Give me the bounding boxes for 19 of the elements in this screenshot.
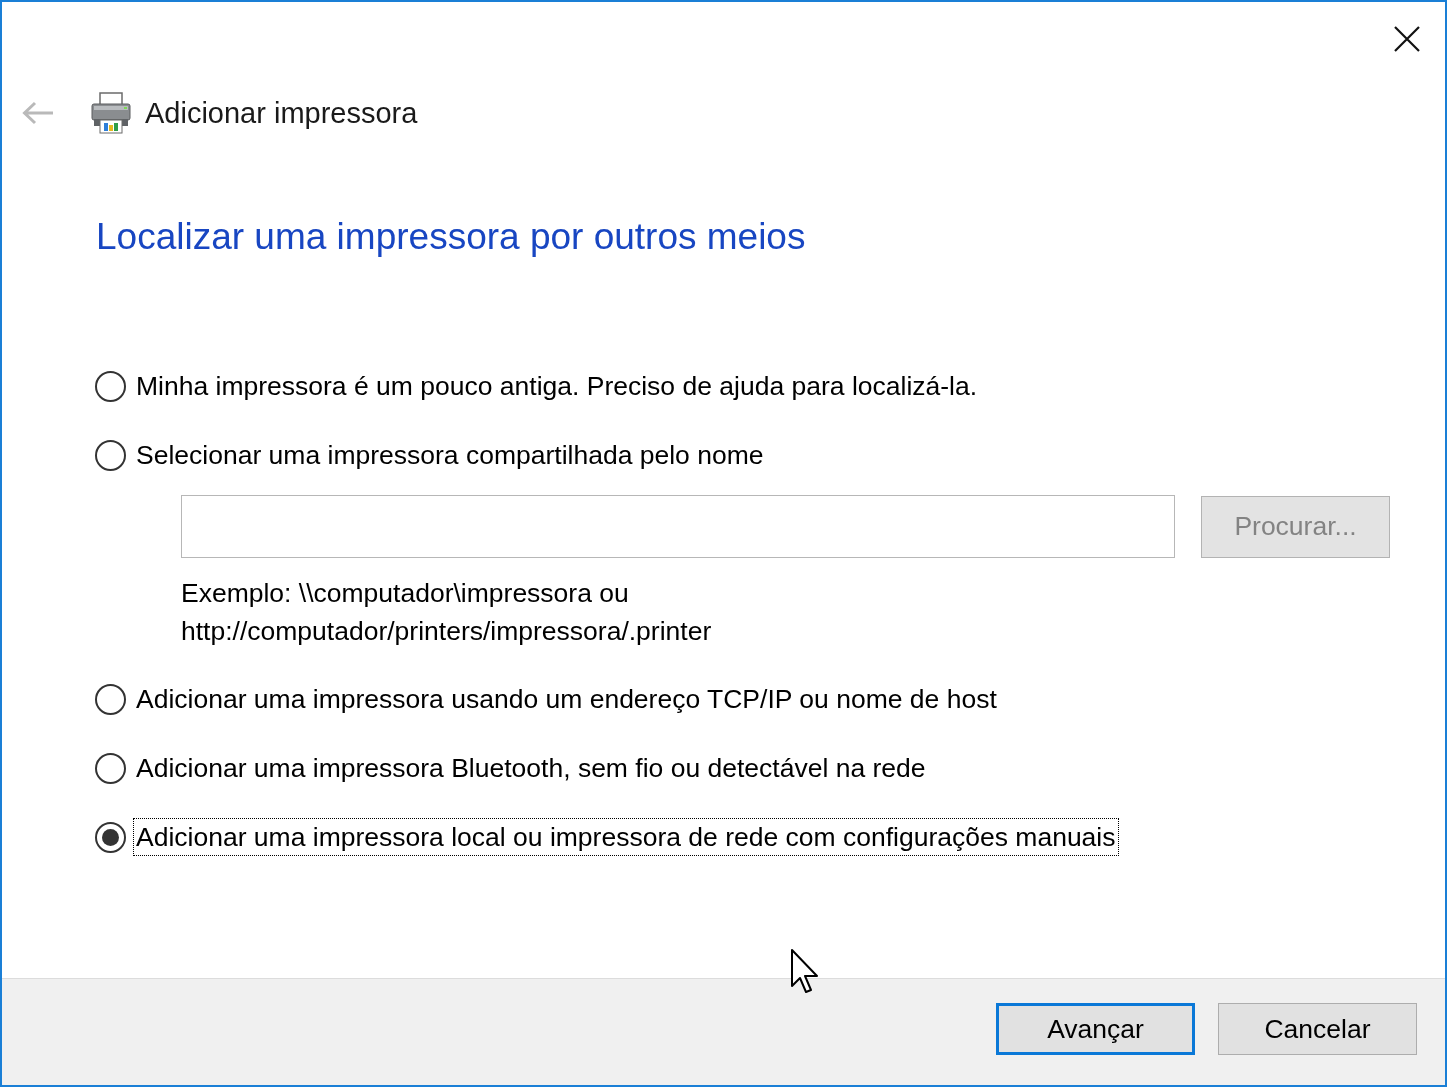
share-name-field[interactable]	[181, 495, 1175, 558]
radio-button[interactable]	[95, 439, 126, 471]
window-title: Adicionar impressora	[145, 96, 418, 131]
example-hint: Exemplo: \\computador\impressora ou http://computador/printers/impressora/.printer	[181, 577, 712, 648]
radio-button[interactable]	[95, 752, 126, 784]
close-icon	[1394, 26, 1420, 52]
option-label[interactable]: Adicionar uma impressora Bluetooth, sem fio ou detectável na rede	[133, 749, 929, 787]
radio-button[interactable]	[95, 821, 126, 853]
option-label[interactable]: Minha impressora é um pouco antiga. Preciso de ajuda para localizá-la.	[133, 367, 981, 405]
page-heading: Localizar uma impressora por outros meios	[96, 215, 806, 259]
radio-button[interactable]	[95, 370, 126, 402]
back-arrow-icon	[22, 101, 54, 125]
printer-icon	[91, 92, 131, 134]
next-button[interactable]: Avançar	[996, 1003, 1195, 1055]
option-label[interactable]: Adicionar uma impressora local ou impressora de rede com configurações manuais	[133, 818, 1119, 856]
option-label[interactable]: Adicionar uma impressora usando um endereço TCP/IP ou nome de host	[133, 680, 1000, 718]
cancel-button[interactable]: Cancelar	[1218, 1003, 1417, 1055]
option-label[interactable]: Selecionar uma impressora compartilhada pelo nome	[133, 436, 767, 474]
radio-button[interactable]	[95, 683, 126, 715]
